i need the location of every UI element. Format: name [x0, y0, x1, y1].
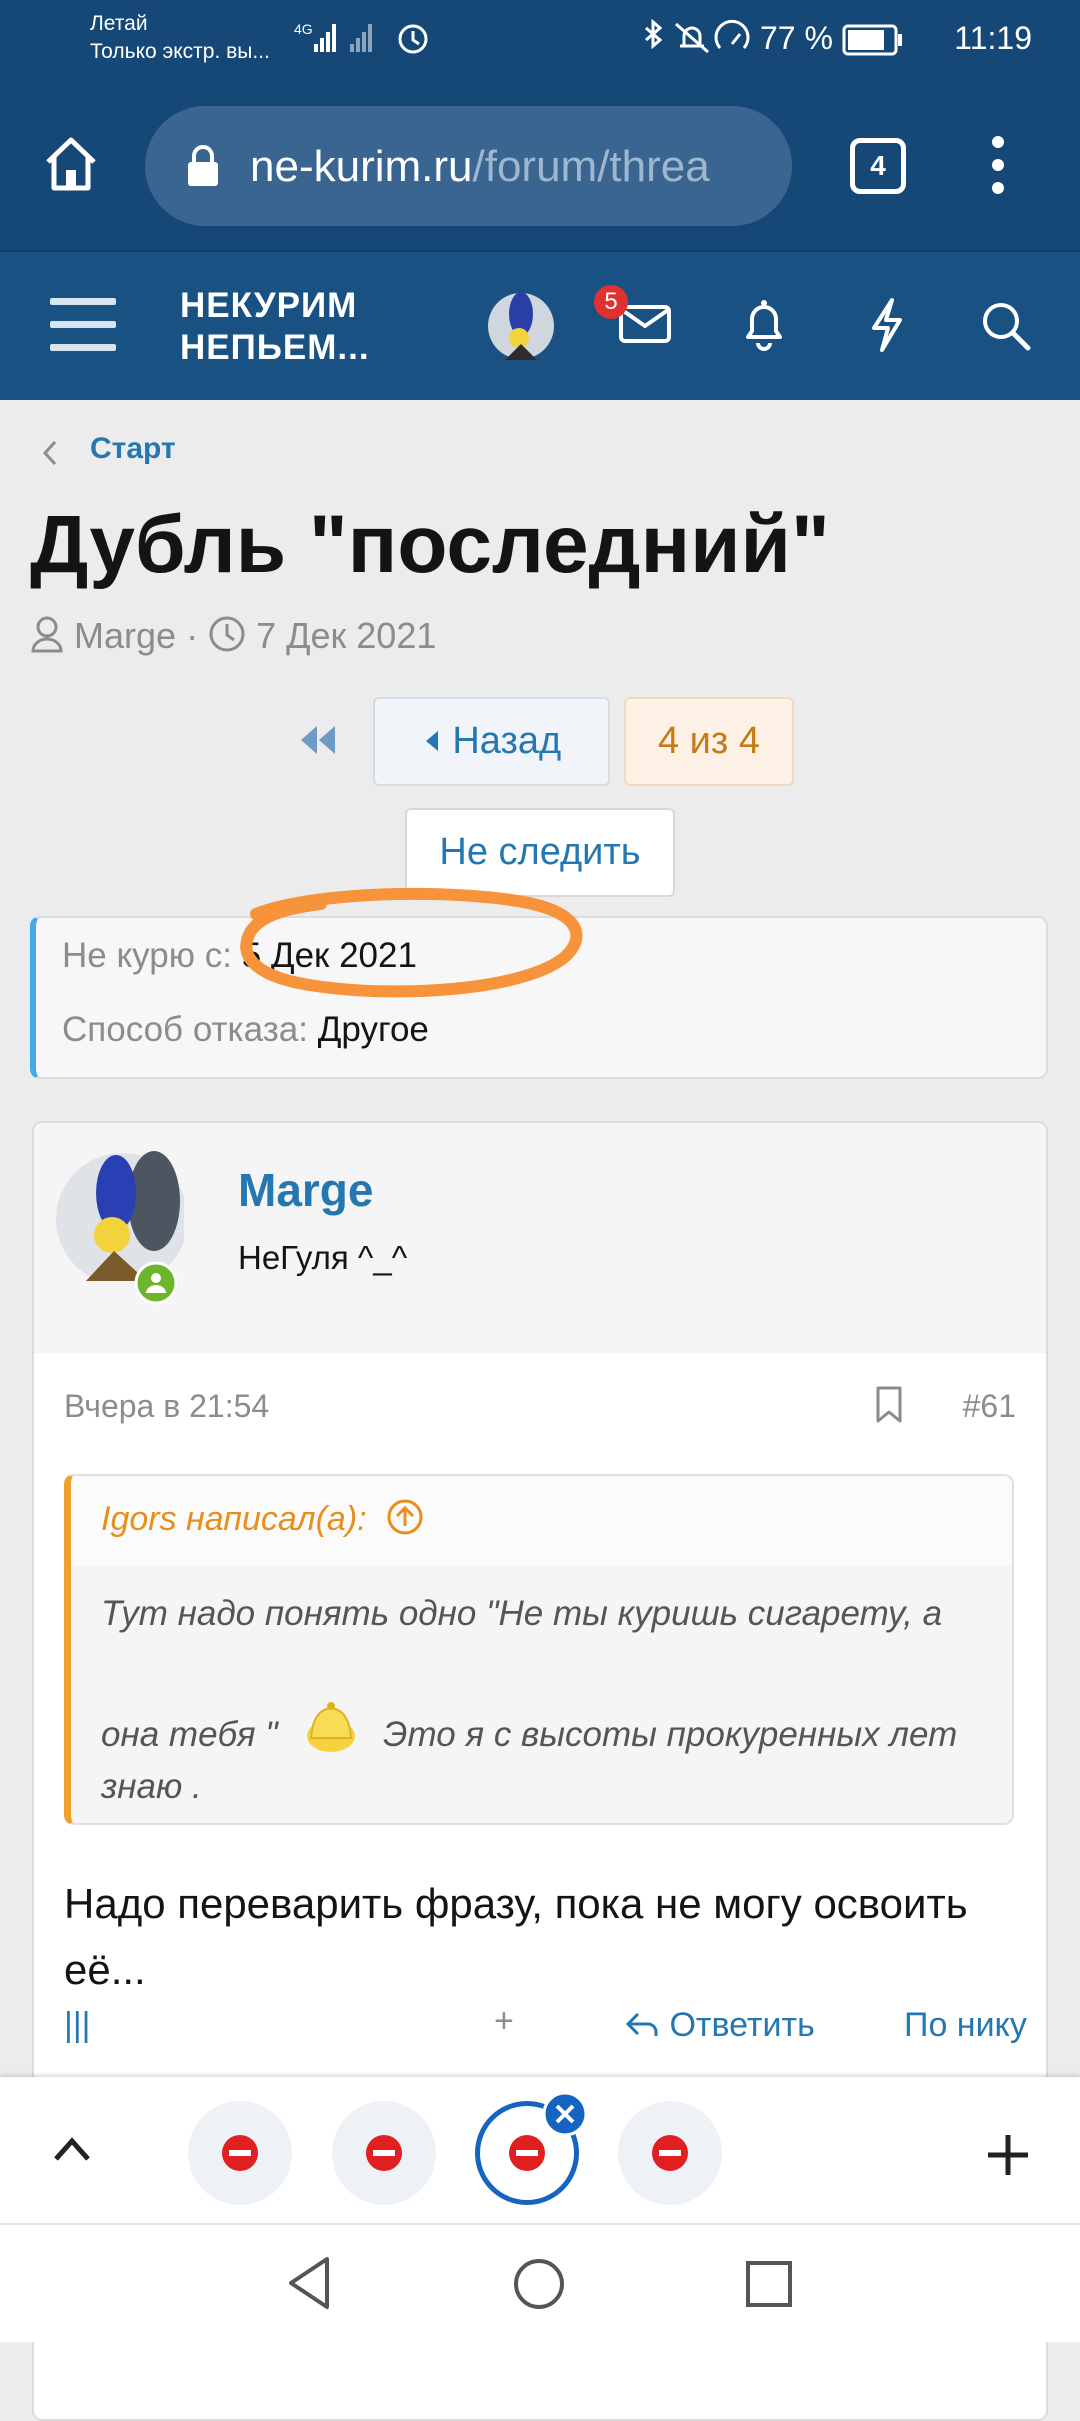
quote-line-part: она тебя " [101, 1715, 278, 1754]
quote-text: Тут надо понять одно "Не ты куришь сигар… [101, 1588, 1001, 1813]
post-user-block: Marge НеГуля ^_^ [34, 1123, 1046, 1353]
chevron-left-icon[interactable] [40, 438, 60, 468]
close-tab-icon[interactable] [542, 2091, 588, 2137]
quote-line: она тебя " Это я с высоты прокуренных ле… [101, 1700, 1001, 1761]
status-bar: Летай Только экстр. вы... 4G 77 % 11:19 [0, 0, 1080, 80]
browser-tab-bar [0, 2077, 1080, 2223]
mail-icon[interactable] [618, 304, 672, 344]
unwatch-button[interactable]: Не следить [405, 808, 675, 897]
back-nav-icon[interactable] [285, 2255, 335, 2311]
status-icons [645, 18, 750, 54]
quote-header: Igors написал(а): [71, 1476, 1012, 1566]
thread-author[interactable]: Marge [74, 615, 176, 656]
report-icon[interactable]: ||| [64, 2006, 91, 2045]
no-entry-icon [366, 2135, 402, 2171]
bookmark-icon[interactable] [874, 1385, 904, 1425]
recents-nav-icon[interactable] [744, 2259, 794, 2309]
no-entry-icon [222, 2135, 258, 2171]
post-actions: ||| + Ответить По нику [64, 2002, 1027, 2046]
new-tab-icon[interactable] [986, 2133, 1030, 2177]
jump-to-quote-icon[interactable] [386, 1498, 424, 1536]
prev-page-label: Назад [452, 720, 562, 762]
lock-icon [188, 145, 218, 186]
chevron-up-icon[interactable] [52, 2135, 92, 2163]
more-menu-icon[interactable] [988, 132, 1008, 198]
quote-line-part: Это я с высоты прокуренных лет [383, 1715, 958, 1754]
tabs-button[interactable]: 4 [850, 138, 906, 194]
lightning-icon[interactable] [866, 296, 906, 354]
reply-action[interactable]: Ответить [624, 2006, 815, 2045]
quit-method-row: Способ отказа: Другое [62, 1010, 429, 1050]
search-icon[interactable] [980, 300, 1032, 352]
no-entry-icon [652, 2135, 688, 2171]
page-title: Дубль "последний" [30, 499, 830, 590]
nick-action[interactable]: По нику [904, 2006, 1027, 2045]
quit-date-label: Не курю с: [62, 936, 232, 975]
plus-icon[interactable]: + [494, 2002, 514, 2041]
tab-thumbnail[interactable] [188, 2101, 292, 2205]
user-icon [31, 616, 63, 653]
battery-level: 77 % [760, 20, 833, 56]
post-number[interactable]: #61 [963, 1388, 1016, 1425]
user-avatar[interactable] [487, 292, 555, 360]
url-domain: ne-kurim.ru [250, 142, 473, 191]
hamburger-menu-icon[interactable] [50, 296, 116, 354]
signal-icon: 4G [294, 21, 428, 54]
system-nav-bar [0, 2223, 1080, 2342]
browser-toolbar: ne-kurim.ru/forum/threa 4 [0, 80, 1080, 250]
tab-thumbnail[interactable] [332, 2101, 436, 2205]
reply-icon [625, 2012, 658, 2036]
no-entry-icon [509, 2135, 545, 2171]
quit-info-box: Не курю с: 5 Дек 2021 Способ отказа: Дру… [30, 887, 1048, 1079]
home-icon[interactable] [40, 132, 102, 194]
post-body: Надо переварить фразу, пока не могу осво… [64, 1880, 968, 1993]
address-bar[interactable]: ne-kurim.ru/forum/threa [145, 106, 792, 226]
bell-smiley-icon [307, 1702, 356, 1752]
logo-line1: НЕКУРИМ [180, 286, 358, 325]
quote-line: Тут надо понять одно "Не ты куришь сигар… [101, 1594, 943, 1633]
bell-icon[interactable] [742, 297, 786, 353]
carrier-mode: Только экстр. вы... [90, 40, 270, 63]
meta-separator: · [186, 615, 199, 656]
online-status-icon [134, 1261, 178, 1305]
carrier-info: Летай Только экстр. вы... [90, 10, 270, 66]
hand-drawn-highlight [240, 887, 583, 998]
messages-badge: 5 [594, 285, 628, 319]
post-username[interactable]: Marge [238, 1163, 373, 1217]
thread-date[interactable]: 7 Дек 2021 [256, 615, 436, 656]
quote-spacer [101, 1640, 1001, 1700]
tab-thumbnail[interactable] [618, 2101, 722, 2205]
carrier-name: Летай [90, 12, 148, 35]
quote-author[interactable]: Igors написал(а): [101, 1498, 424, 1539]
thread-meta: Marge · 7 Дек 2021 [30, 615, 436, 657]
prev-page-button[interactable]: Назад [373, 697, 610, 786]
quote-author-label: Igors написал(а): [101, 1500, 367, 1538]
url-text: ne-kurim.ru/forum/threa [250, 142, 770, 192]
caret-left-icon [425, 731, 438, 751]
svg-text:4G: 4G [294, 21, 313, 37]
first-page-icon[interactable] [295, 722, 339, 758]
post-user-title: НеГуля ^_^ [238, 1239, 408, 1276]
battery-icon [842, 24, 902, 56]
page-indicator[interactable]: 4 из 4 [624, 697, 794, 786]
clock: 11:19 [954, 20, 1032, 56]
site-header: НЕКУРИМ НЕПЬЕМ... 5 [0, 250, 1080, 400]
url-path: /forum/threa [472, 142, 710, 191]
clock-icon [209, 616, 245, 652]
post-date[interactable]: Вчера в 21:54 [64, 1388, 269, 1425]
reply-label: Ответить [669, 2006, 815, 2044]
quote-line: знаю . [101, 1767, 202, 1806]
site-logo[interactable]: НЕКУРИМ НЕПЬЕМ... [180, 285, 370, 369]
home-nav-icon[interactable] [512, 2257, 566, 2311]
quote-block: Igors написал(а): Тут надо понять одно "… [64, 1474, 1014, 1825]
logo-line2: НЕПЬЕМ... [180, 328, 370, 367]
breadcrumb[interactable]: Старт [90, 432, 176, 466]
